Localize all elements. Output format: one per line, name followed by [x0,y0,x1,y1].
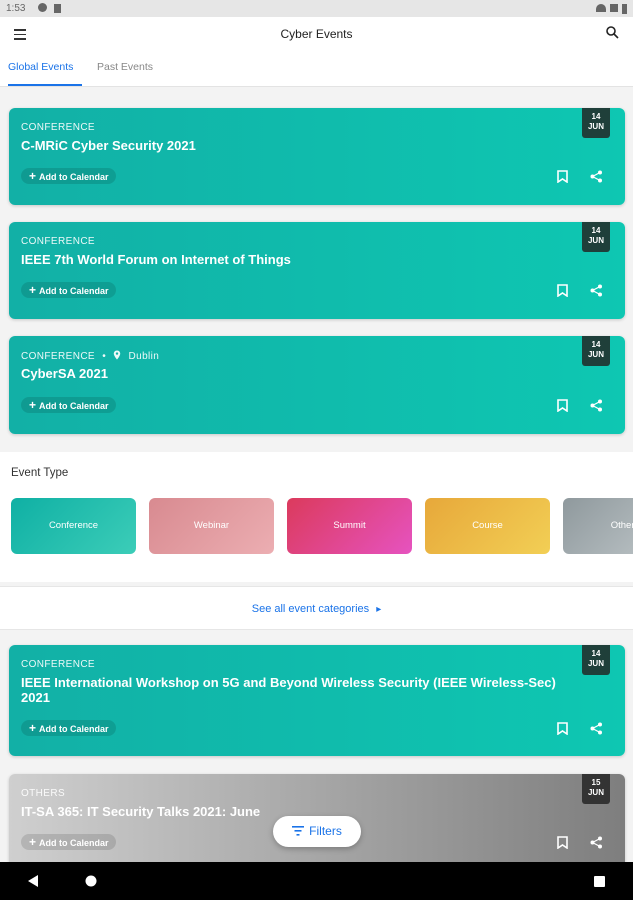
event-card[interactable]: CONFERENCE IEEE 7th World Forum on Inter… [9,222,625,319]
category-tile-others[interactable]: Others [563,498,633,554]
share-icon[interactable] [590,399,603,412]
add-to-calendar-button[interactable]: + Add to Calendar [21,834,116,850]
share-icon[interactable] [590,284,603,297]
date-day: 14 [591,340,601,349]
see-all-section: See all event categories ▸ [0,586,633,630]
add-to-calendar-label: Add to Calendar [39,724,109,734]
tile-label: Summit [333,520,366,531]
chevron-right-icon: ▸ [376,604,382,615]
tile-label: Conference [48,520,99,531]
back-icon[interactable] [28,875,39,887]
page-title: Cyber Events [280,27,353,41]
category-tile-conference[interactable]: Conference [11,498,136,554]
filters-label: Filters [309,824,342,838]
event-category: CONFERENCE [21,659,96,670]
date-month: JUN [587,236,604,245]
separator-dot: • [102,351,107,362]
event-card[interactable]: CONFERENCE C-MRiC Cyber Security 2021 14… [9,108,625,205]
date-badge: 15 JUN [582,774,610,804]
location-pin-icon [114,350,121,360]
status-bar: 1:53 [0,0,633,17]
section-title: Event Type [11,467,69,479]
event-category: CONFERENCE [21,236,96,247]
share-icon[interactable] [590,170,603,183]
add-to-calendar-button[interactable]: + Add to Calendar [21,282,116,298]
add-to-calendar-button[interactable]: + Add to Calendar [21,720,116,736]
category-tile-course[interactable]: Course [425,498,550,554]
storage-icon [54,4,61,13]
date-badge: 14 JUN [582,645,610,675]
tab-bar: Global Events Past Events [0,53,633,87]
bookmark-icon[interactable] [557,399,568,412]
date-badge: 14 JUN [582,108,610,138]
add-to-calendar-label: Add to Calendar [39,172,109,182]
category-tile-webinar[interactable]: Webinar [149,498,274,554]
event-title: C-MRiC Cyber Security 2021 [21,138,196,153]
filter-icon [292,826,305,836]
date-month: JUN [587,788,604,797]
battery-icon [622,4,627,14]
see-all-label: See all event categories [251,603,370,615]
home-icon[interactable] [85,875,97,887]
plus-icon: + [29,398,37,412]
date-month: JUN [587,350,604,359]
event-title: IEEE 7th World Forum on Internet of Thin… [21,252,291,267]
date-day: 14 [591,112,601,121]
bookmark-icon[interactable] [557,722,568,735]
event-title: IEEE International Workshop on 5G and Be… [21,675,556,705]
search-icon[interactable] [606,26,619,39]
plus-icon: + [29,169,37,183]
system-nav-bar [0,862,633,900]
date-day: 14 [591,649,601,658]
add-to-calendar-label: Add to Calendar [39,401,109,411]
status-time: 1:53 [6,3,26,14]
tab-indicator [8,84,82,86]
event-card[interactable]: CONFERENCE IEEE International Workshop o… [9,645,625,756]
wifi-icon [596,4,606,12]
tab-global-events[interactable]: Global Events [8,61,73,73]
event-title: CyberSA 2021 [21,366,108,381]
plus-icon: + [29,835,37,849]
add-to-calendar-label: Add to Calendar [39,838,109,848]
add-to-calendar-button[interactable]: + Add to Calendar [21,168,116,184]
filters-button[interactable]: Filters [273,816,361,847]
tab-past-events[interactable]: Past Events [97,61,153,73]
event-type-section: Event Type Conference Webinar Summit Cou… [0,452,633,582]
bookmark-icon[interactable] [557,170,568,183]
event-category: CONFERENCE [21,351,96,362]
category-tile-summit[interactable]: Summit [287,498,412,554]
event-card[interactable]: CONFERENCE • Dublin CyberSA 2021 14 JUN … [9,336,625,434]
date-day: 14 [591,226,601,235]
date-badge: 14 JUN [582,222,610,252]
plus-icon: + [29,283,37,297]
event-category-row: CONFERENCE • Dublin [21,350,159,362]
event-location: Dublin [128,351,160,362]
date-month: JUN [587,122,604,131]
bookmark-icon[interactable] [557,284,568,297]
add-to-calendar-label: Add to Calendar [39,286,109,296]
plus-icon: + [29,721,37,735]
notification-icon [38,3,47,12]
recents-icon[interactable] [594,876,605,887]
add-to-calendar-button[interactable]: + Add to Calendar [21,397,116,413]
date-badge: 14 JUN [582,336,610,366]
event-category: CONFERENCE [21,122,96,133]
share-icon[interactable] [590,722,603,735]
event-category: OTHERS [21,788,66,799]
signal-icon [610,4,618,12]
see-all-categories-link[interactable]: See all event categories ▸ [0,603,633,615]
app-bar: Cyber Events [0,17,633,53]
share-icon[interactable] [590,836,603,849]
tile-label: Course [472,520,503,531]
bookmark-icon[interactable] [557,836,568,849]
tile-label: Others [610,520,633,531]
date-month: JUN [587,659,604,668]
tile-label: Webinar [193,520,230,531]
date-day: 15 [591,778,601,787]
